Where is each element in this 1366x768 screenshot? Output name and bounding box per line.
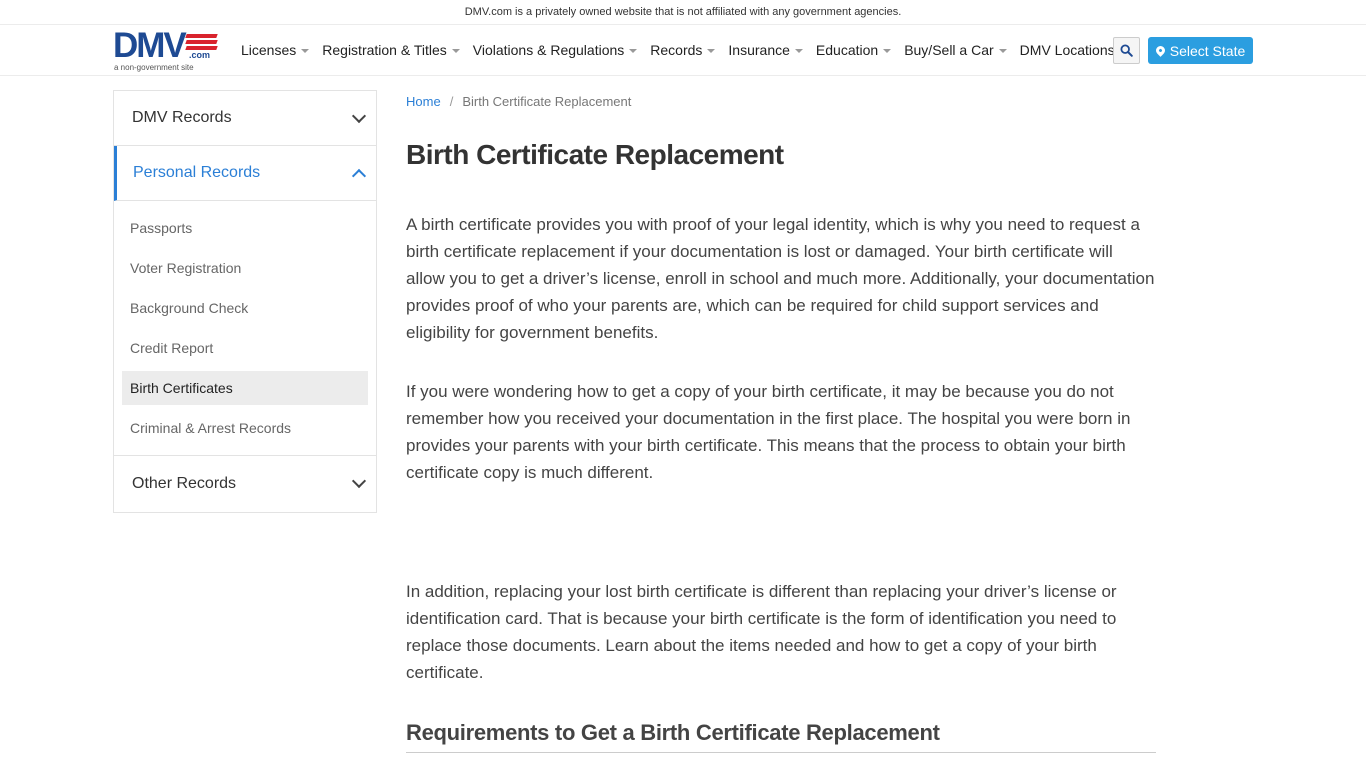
sidebar-item-criminal-arrest-records[interactable]: Criminal & Arrest Records bbox=[122, 411, 368, 445]
personal-records-list: Passports Voter Registration Background … bbox=[114, 201, 376, 456]
breadcrumb-separator: / bbox=[449, 94, 454, 109]
third-paragraph: In addition, replacing your lost birth c… bbox=[406, 582, 1117, 682]
second-paragraph: If you were wondering how to get a copy … bbox=[406, 382, 1131, 482]
nav-records[interactable]: Records bbox=[650, 42, 716, 58]
map-pin-icon bbox=[1153, 44, 1167, 57]
sidebar-item-credit-report[interactable]: Credit Report bbox=[122, 331, 368, 365]
nav-licenses[interactable]: Licenses bbox=[241, 42, 310, 58]
nav-insurance[interactable]: Insurance bbox=[728, 42, 803, 58]
caret-down-icon bbox=[794, 49, 803, 53]
breadcrumb-current: Birth Certificate Replacement bbox=[462, 94, 632, 109]
select-state-button[interactable]: Select State bbox=[1148, 37, 1253, 64]
nav-label: Records bbox=[650, 42, 703, 58]
intro-paragraph: A birth certificate provides you with pr… bbox=[406, 215, 1155, 342]
breadcrumb: Home / Birth Certificate Replacement bbox=[406, 90, 1156, 114]
nav-label: DMV Locations bbox=[1019, 42, 1115, 58]
sidebar-item-passports[interactable]: Passports bbox=[122, 211, 368, 245]
requirements-heading: Requirements to Get a Birth Certificate … bbox=[406, 720, 1156, 753]
sidebar-section-dmv-records[interactable]: DMV Records bbox=[114, 91, 376, 146]
chevron-down-icon bbox=[351, 108, 367, 123]
sidebar-item-background-check[interactable]: Background Check bbox=[122, 291, 368, 325]
section-label: Other Records bbox=[132, 474, 237, 492]
nav-label: Buy/Sell a Car bbox=[904, 42, 994, 58]
page-title: Birth Certificate Replacement bbox=[406, 139, 784, 170]
caret-down-icon bbox=[883, 49, 892, 53]
nav-buy-sell-car[interactable]: Buy/Sell a Car bbox=[904, 42, 1007, 58]
nav-violations-regulations[interactable]: Violations & Regulations bbox=[473, 42, 638, 58]
caret-down-icon bbox=[629, 49, 638, 53]
logo-text: DMV bbox=[113, 26, 187, 65]
search-icon bbox=[1120, 44, 1133, 57]
main-content: Home / Birth Certificate Replacement Birth… bbox=[406, 90, 1156, 753]
logo-tagline: a non-government site bbox=[114, 63, 194, 72]
dmv-logo[interactable]: DMV .com a non-government site bbox=[113, 26, 223, 73]
search-button[interactable] bbox=[1113, 37, 1140, 64]
nav-education[interactable]: Education bbox=[815, 42, 892, 58]
section-label: DMV Records bbox=[132, 109, 232, 126]
sidebar-item-voter-registration[interactable]: Voter Registration bbox=[122, 251, 368, 285]
caret-down-icon bbox=[707, 49, 716, 53]
sidebar-section-other-records[interactable]: Other Records bbox=[114, 456, 376, 511]
caret-down-icon bbox=[301, 49, 310, 53]
nav-registration-titles[interactable]: Registration & Titles bbox=[322, 42, 460, 58]
records-sidebar: DMV Records Personal Records Passports V… bbox=[113, 90, 377, 513]
chevron-up-icon bbox=[351, 168, 367, 183]
nav-label: Insurance bbox=[728, 42, 790, 58]
breadcrumb-home-link[interactable]: Home bbox=[406, 94, 441, 109]
caret-down-icon bbox=[451, 49, 460, 53]
nav-label: Violations & Regulations bbox=[472, 42, 625, 58]
section-label: Personal Records bbox=[133, 164, 261, 181]
chevron-down-icon bbox=[351, 473, 367, 489]
caret-down-icon bbox=[998, 49, 1007, 53]
nav-label: Education bbox=[815, 42, 879, 58]
select-state-label: Select State bbox=[1169, 42, 1246, 59]
main-navbar: DMV .com a non-government site Licenses … bbox=[0, 25, 1366, 76]
disclaimer-banner: DMV.com is a privately owned website tha… bbox=[0, 0, 1366, 25]
nav-label: Registration & Titles bbox=[322, 42, 447, 58]
sidebar-item-birth-certificates[interactable]: Birth Certificates bbox=[122, 371, 368, 405]
sidebar-section-personal-records[interactable]: Personal Records bbox=[114, 146, 376, 201]
nav-label: Licenses bbox=[241, 42, 297, 58]
nav-dmv-locations[interactable]: DMV Locations bbox=[1020, 42, 1115, 58]
nav-menu: Licenses Registration & Titles Violation… bbox=[241, 25, 1128, 75]
logo-com: .com bbox=[189, 50, 211, 60]
